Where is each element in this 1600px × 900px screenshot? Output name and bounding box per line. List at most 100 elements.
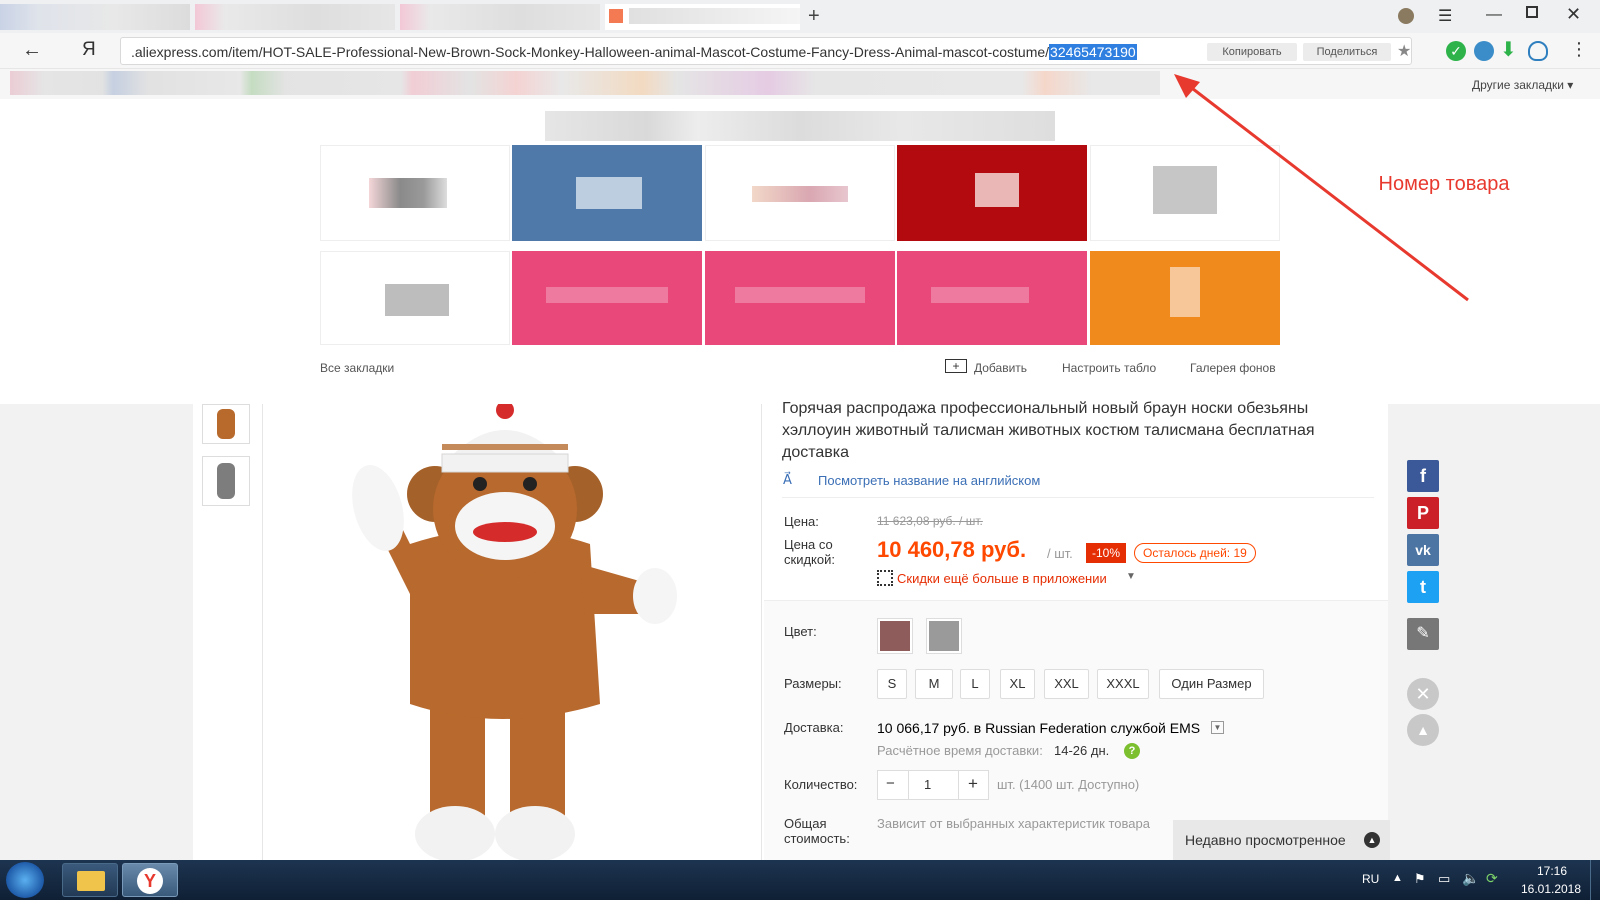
divider	[262, 404, 263, 860]
size-option[interactable]: S	[877, 669, 907, 699]
divider	[761, 404, 762, 860]
all-bookmarks-link[interactable]: Все закладки	[320, 361, 394, 375]
recently-viewed-bar[interactable]: Недавно просмотренное ▲	[1173, 820, 1390, 860]
tray-arrow-icon[interactable]: ▲	[1392, 872, 1403, 884]
quantity-increase-button[interactable]: +	[968, 774, 978, 794]
customize-tableau-link[interactable]: Настроить табло	[1062, 361, 1156, 375]
discount-price-label: Цена со скидкой:	[784, 537, 835, 567]
tableau-tile[interactable]	[512, 251, 702, 345]
size-option[interactable]: L	[960, 669, 990, 699]
language-indicator[interactable]: RU	[1362, 872, 1379, 886]
browser-tab[interactable]	[195, 4, 395, 30]
delivery-time-label: Расчётное время доставки:	[877, 743, 1043, 758]
add-tile-link[interactable]: Добавить	[974, 361, 1027, 375]
size-option[interactable]: XL	[1000, 669, 1035, 699]
thumbnail[interactable]	[202, 456, 250, 506]
tableau-tile[interactable]	[897, 251, 1087, 345]
sync-icon[interactable]: ⟳	[1486, 870, 1498, 887]
qr-code-icon[interactable]	[877, 570, 893, 586]
size-option[interactable]: XXL	[1044, 669, 1089, 699]
clock-time[interactable]: 17:16	[1532, 864, 1572, 878]
size-option[interactable]: XXXL	[1097, 669, 1149, 699]
divider	[908, 771, 909, 799]
extension-icon[interactable]	[1528, 41, 1548, 61]
size-option[interactable]: Один Размер	[1159, 669, 1264, 699]
view-english-link[interactable]: Посмотреть название на английском	[818, 473, 1040, 488]
browser-tab[interactable]	[0, 4, 190, 30]
size-option[interactable]: M	[915, 669, 953, 699]
star-icon[interactable]: ★	[1397, 41, 1411, 61]
taskbar: Y RU ▲ ⚑ ▭ 🔈 ⟳ 17:16 16.01.2018	[0, 860, 1600, 900]
plus-icon[interactable]: +	[945, 359, 967, 373]
scrollbar[interactable]	[1588, 404, 1600, 860]
menu-icon[interactable]: ☰	[1438, 6, 1452, 26]
address-row: ← Я .aliexpress.com/item/HOT-SALE-Profes…	[0, 33, 1600, 69]
extension-icon[interactable]	[1474, 41, 1494, 61]
explorer-taskbar-button[interactable]	[62, 863, 118, 897]
help-icon[interactable]: ?	[1124, 743, 1140, 759]
vk-share-button[interactable]: vk	[1407, 534, 1439, 566]
total-label: Общая стоимость:	[784, 816, 850, 846]
address-bar[interactable]: .aliexpress.com/item/HOT-SALE-Profession…	[120, 37, 1412, 65]
url-selection: 32465473190	[1049, 44, 1137, 60]
close-icon[interactable]: ✕	[1407, 678, 1439, 710]
browser-tab[interactable]	[400, 4, 600, 30]
flag-icon[interactable]: ⚑	[1414, 871, 1426, 887]
new-tab-button[interactable]: +	[808, 5, 820, 28]
start-button[interactable]	[6, 862, 44, 898]
show-desktop-button[interactable]	[1590, 860, 1600, 900]
close-window-icon[interactable]: ✕	[1566, 4, 1581, 25]
per-unit: / шт.	[1047, 546, 1073, 561]
delivery-label: Доставка:	[784, 720, 844, 735]
tableau-tile[interactable]	[705, 251, 895, 345]
product-image[interactable]	[330, 404, 690, 860]
clock-date[interactable]: 16.01.2018	[1518, 882, 1584, 896]
chevron-up-icon[interactable]: ▲	[1364, 832, 1380, 848]
restore-icon[interactable]	[1526, 6, 1538, 18]
pinterest-share-button[interactable]: P	[1407, 497, 1439, 529]
total-value: Зависит от выбранных характеристик товар…	[877, 816, 1150, 831]
download-icon[interactable]: ⬇	[1500, 37, 1517, 62]
tableau-tile[interactable]	[320, 251, 510, 345]
twitter-share-button[interactable]: t	[1407, 571, 1439, 603]
copy-button[interactable]: Копировать	[1207, 43, 1297, 61]
browser-tab-active[interactable]	[605, 4, 800, 30]
yandex-logo[interactable]: Я	[82, 39, 96, 61]
facebook-share-button[interactable]: f	[1407, 460, 1439, 492]
yandex-browser-taskbar-button[interactable]: Y	[122, 863, 178, 897]
volume-icon[interactable]: 🔈	[1462, 870, 1479, 887]
chevron-down-icon[interactable]: ▼	[1211, 721, 1224, 734]
price: 10 460,78 руб.	[877, 537, 1027, 562]
price-label: Цена:	[784, 514, 819, 529]
back-arrow-icon[interactable]: ←	[22, 39, 42, 62]
tableau-header-blur	[545, 111, 1055, 141]
translate-icon[interactable]: A⃗	[783, 472, 792, 488]
minimize-icon[interactable]: —	[1486, 6, 1502, 24]
color-swatch-brown[interactable]	[877, 618, 913, 654]
quantity-input[interactable]: 1	[924, 777, 931, 792]
share-button[interactable]: Поделиться	[1303, 43, 1391, 61]
tableau-tile[interactable]	[705, 145, 895, 241]
more-vertical-icon[interactable]: ⋮	[1570, 39, 1588, 60]
chevron-down-icon[interactable]: ▼	[1126, 571, 1136, 582]
color-swatch-gray[interactable]	[926, 618, 962, 654]
tableau-tile[interactable]	[512, 145, 702, 241]
tableau-tile[interactable]	[897, 145, 1087, 241]
scroll-top-icon[interactable]: ▲	[1407, 714, 1439, 746]
tableau-tile[interactable]	[320, 145, 510, 241]
thumbnail[interactable]	[202, 404, 250, 444]
backgrounds-gallery-link[interactable]: Галерея фонов	[1190, 361, 1276, 375]
quantity-stepper[interactable]: − 1 +	[877, 770, 989, 800]
discount-badge: -10%	[1086, 543, 1126, 563]
check-extension-icon[interactable]: ✓	[1446, 41, 1466, 61]
network-icon[interactable]: ▭	[1438, 871, 1450, 887]
app-discount-link[interactable]: Скидки ещё больше в приложении	[897, 571, 1107, 586]
quantity-available: шт. (1400 шт. Доступно)	[997, 777, 1140, 792]
other-bookmarks[interactable]: Другие закладки ▾	[1472, 78, 1573, 92]
quantity-decrease-button[interactable]: −	[886, 775, 895, 792]
bookmarks-blurred[interactable]	[10, 71, 1160, 95]
avatar[interactable]	[1398, 8, 1414, 24]
url-text[interactable]: .aliexpress.com/item/HOT-SALE-Profession…	[131, 44, 1137, 60]
edit-icon[interactable]: ✎	[1407, 618, 1439, 650]
delivery-destination: в Russian Federation службой EMS	[969, 720, 1201, 736]
